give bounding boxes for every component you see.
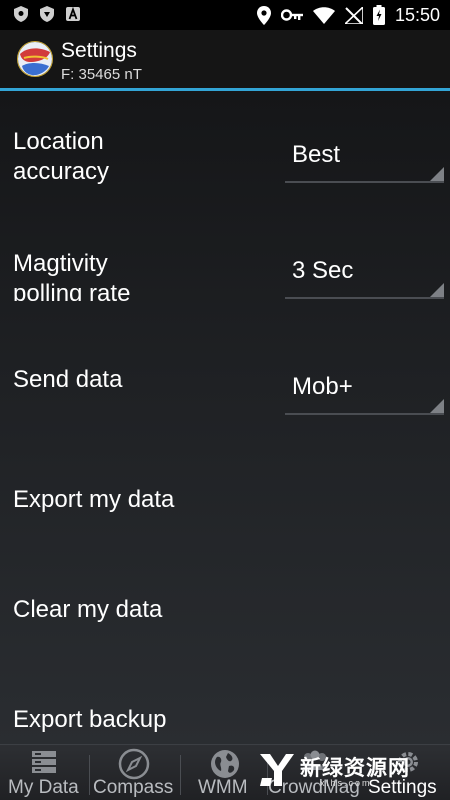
shield-icon (40, 6, 54, 22)
location-accuracy-label: Location accuracy (13, 128, 110, 185)
send-data-spinner[interactable]: Mob+ (285, 363, 444, 415)
page-title: Settings (61, 39, 137, 62)
watermark-logo-icon (260, 754, 294, 786)
shield-icon (14, 6, 28, 22)
status-bar: 15:50 (0, 0, 450, 30)
watermark: 新绿资源网 xlhs.com (258, 752, 438, 792)
system-icons: 15:50 (256, 3, 440, 27)
spinner-arrow-icon (430, 167, 444, 181)
polling-rate-label: Magtivity polling rate (13, 250, 131, 301)
polling-rate-spinner[interactable]: 3 Sec (285, 247, 444, 299)
spinner-arrow-icon (430, 399, 444, 413)
field-strength-readout: F: 35465 nT (61, 66, 142, 83)
tab-wmm[interactable]: WMM (181, 745, 267, 800)
export-data-button[interactable]: Export my data (13, 485, 174, 515)
key-icon (280, 9, 303, 21)
tab-my-data[interactable]: My Data (0, 745, 88, 800)
app-logo-icon[interactable] (16, 40, 54, 78)
location-pin-icon (256, 5, 271, 25)
clock: 15:50 (394, 4, 440, 25)
globe-icon (211, 750, 239, 778)
battery-charging-icon (372, 5, 385, 25)
database-icon (32, 751, 56, 773)
wifi-icon (312, 6, 335, 24)
a-letter-icon (66, 6, 80, 21)
watermark-url: xlhs.com (320, 778, 372, 788)
settings-list: Location accuracy Best Magtivity polling… (0, 91, 450, 744)
location-accuracy-spinner[interactable]: Best (285, 131, 444, 183)
no-signal-icon (344, 6, 363, 24)
spinner-arrow-icon (430, 283, 444, 297)
action-bar: Settings F: 35465 nT (0, 30, 450, 88)
tab-compass[interactable]: Compass (90, 745, 178, 800)
location-accuracy-value: Best (292, 141, 341, 168)
send-data-label: Send data (13, 366, 123, 393)
send-data-value: Mob+ (292, 373, 353, 400)
polling-rate-value: 3 Sec (292, 257, 354, 284)
compass-icon (118, 748, 150, 780)
export-backup-button[interactable]: Export backup (13, 705, 166, 735)
notification-icons (14, 6, 80, 22)
clear-data-button[interactable]: Clear my data (13, 595, 162, 625)
